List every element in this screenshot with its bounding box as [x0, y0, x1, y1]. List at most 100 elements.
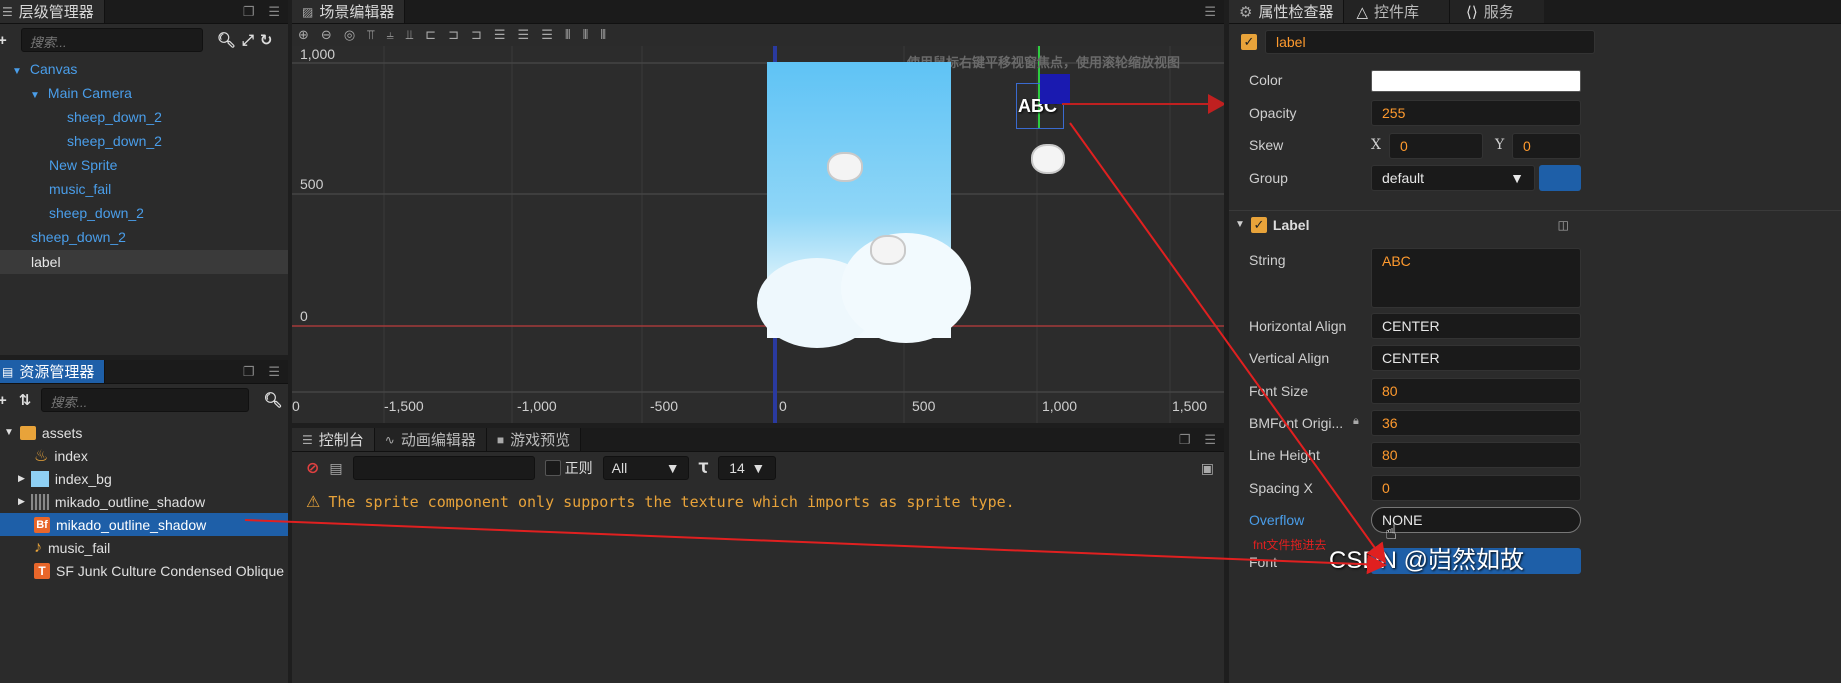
align-left-icon[interactable]: ⊏ — [425, 27, 436, 43]
expand-arrow-icon[interactable]: ▶ — [18, 496, 25, 507]
distribute-hcenter-icon[interactable]: ⦀ — [583, 27, 589, 43]
asset-item-index[interactable]: ♨ index — [0, 444, 288, 467]
prop-label-bmfont-original-size: BMFont Origi... — [1249, 415, 1344, 431]
scene-toolbar: ⊕ ⊖ ◎ ⫪ ⫨ ⫫ ⊏ ⊐ ⊐ ☰ ☰ ☰ ⦀ ⦀ ⦀ — [292, 24, 1224, 46]
string-textarea[interactable]: ABC — [1371, 248, 1581, 308]
spacing-x-input[interactable]: 0 — [1371, 475, 1581, 501]
tree-item-label[interactable]: label — [0, 250, 288, 274]
maximize-icon[interactable]: ❐ — [243, 4, 255, 20]
tab-animation-editor[interactable]: ∿ 动画编辑器 — [374, 428, 487, 451]
font-size-input[interactable]: 80 — [1371, 378, 1581, 404]
console-filter-input[interactable] — [352, 456, 535, 480]
align-right-icon[interactable]: ⊐ — [471, 27, 482, 43]
regex-checkbox[interactable] — [544, 460, 561, 476]
collapse-arrow-icon[interactable]: ▼ — [1235, 219, 1245, 230]
move-gizmo-x-arrow[interactable] — [1062, 103, 1212, 105]
expand-icon[interactable]: ⤢ — [242, 32, 254, 49]
group-select[interactable]: default ▼ — [1371, 165, 1535, 191]
zoom-out-icon[interactable]: ⊖ — [321, 27, 332, 43]
maximize-icon[interactable]: ❐ — [1179, 432, 1191, 448]
tree-item-sheep-down-2[interactable]: sheep_down_2 — [31, 226, 126, 248]
menu-icon[interactable]: ☰ — [1204, 432, 1216, 448]
canvas-background-sprite[interactable] — [757, 62, 971, 348]
assets-search-input[interactable]: 搜索... — [41, 388, 250, 412]
expand-arrow-icon[interactable]: ▼ — [4, 427, 14, 438]
align-hcenter-icon[interactable]: ⊐ — [448, 27, 459, 43]
sheep-sprite[interactable] — [870, 235, 906, 265]
zoom-reset-icon[interactable]: ◎ — [344, 27, 355, 43]
tab-inspector[interactable]: ⚙ 属性检查器 — [1229, 0, 1345, 23]
collapse-icon[interactable]: ▣ — [1201, 460, 1214, 477]
refresh-icon[interactable]: ↻ — [260, 31, 273, 49]
add-icon[interactable]: + — [0, 392, 7, 409]
asset-item-index-bg[interactable]: ▶ index_bg — [0, 467, 288, 490]
search-icon[interactable]: 🔍︎ — [217, 31, 236, 49]
color-swatch[interactable] — [1371, 70, 1581, 92]
distribute-top-icon[interactable]: ☰ — [494, 27, 506, 43]
distribute-left-icon[interactable]: ⦀ — [565, 27, 571, 43]
tree-item-sheep-down-2[interactable]: sheep_down_2 — [49, 202, 144, 224]
expand-arrow-icon[interactable]: ▼ — [12, 66, 22, 77]
line-height-input[interactable]: 80 — [1371, 442, 1581, 468]
asset-item-assets[interactable]: ▼ assets — [0, 421, 288, 444]
tree-item-main-camera[interactable]: ▼ Main Camera — [30, 82, 132, 104]
tree-item-music-fail[interactable]: music_fail — [49, 178, 111, 200]
component-settings-icon[interactable]: ◫ — [1558, 218, 1569, 232]
component-enabled-checkbox[interactable]: ✓ — [1250, 216, 1267, 233]
asset-item-sf-font[interactable]: T SF Junk Culture Condensed Oblique — [0, 559, 288, 582]
distribute-right-icon[interactable]: ⦀ — [600, 27, 606, 43]
move-gizmo-center[interactable] — [1040, 74, 1070, 104]
overflow-select[interactable]: NONE — [1371, 507, 1581, 533]
sheep-sprite[interactable] — [1031, 144, 1065, 174]
hierarchy-icon: ☰ — [2, 4, 13, 19]
hierarchy-search-input[interactable]: 搜索... — [20, 28, 203, 52]
tab-widget-library[interactable]: △ 控件库 — [1344, 0, 1451, 23]
tab-assets[interactable]: ▤ 资源管理器 — [0, 360, 106, 383]
asset-item-music-fail[interactable]: ♪ music_fail — [0, 536, 288, 559]
menu-icon[interactable]: ☰ — [268, 4, 280, 20]
align-bottom-icon[interactable]: ⫫ — [406, 27, 413, 43]
tree-item-canvas[interactable]: ▼ Canvas — [12, 58, 77, 80]
edit-group-button[interactable] — [1539, 165, 1581, 191]
add-icon[interactable]: + — [0, 32, 7, 49]
node-name-input[interactable]: label — [1265, 30, 1595, 54]
services-icon: ⟨⟩ — [1466, 3, 1478, 21]
scene-viewport[interactable]: 1,000 500 0 0 -1,500 -1,000 -500 0 500 1… — [292, 46, 1224, 423]
tab-game-preview[interactable]: ■ 游戏预览 — [486, 428, 582, 451]
search-icon[interactable]: 🔍︎ — [263, 391, 282, 409]
tree-item-sheep-down-2[interactable]: sheep_down_2 — [67, 130, 162, 152]
skew-x-input[interactable]: 0 — [1389, 133, 1483, 159]
tab-console[interactable]: ☰ 控制台 — [292, 428, 375, 451]
log-level-select[interactable]: All ▼ — [602, 456, 689, 480]
skew-y-input[interactable]: 0 — [1512, 133, 1581, 159]
move-gizmo-x-arrowhead[interactable] — [1208, 94, 1224, 114]
asset-item-mikado-bmfont[interactable]: Bf mikado_outline_shadow — [0, 513, 288, 536]
align-top-icon[interactable]: ⫪ — [367, 27, 374, 43]
triangle-icon: △ — [1356, 3, 1369, 21]
log-file-icon[interactable]: ▤ — [329, 460, 342, 477]
x-tick-label: 1,000 — [1042, 398, 1078, 414]
tab-hierarchy[interactable]: ☰ 层级管理器 — [0, 0, 105, 23]
sheep-sprite[interactable] — [827, 152, 863, 182]
tab-services[interactable]: ⟨⟩ 服务 — [1450, 0, 1544, 23]
node-active-checkbox[interactable]: ✓ — [1241, 34, 1257, 50]
tree-item-sheep-down-2[interactable]: sheep_down_2 — [67, 106, 162, 128]
clear-icon[interactable]: ⊘ — [306, 458, 319, 478]
zoom-in-icon[interactable]: ⊕ — [298, 27, 309, 43]
align-vcenter-icon[interactable]: ⫨ — [387, 27, 394, 43]
tree-item-new-sprite[interactable]: New Sprite — [49, 154, 117, 176]
horizontal-align-select[interactable]: CENTER — [1371, 313, 1581, 339]
asset-item-mikado-texture[interactable]: ▶ mikado_outline_shadow — [0, 490, 288, 513]
expand-arrow-icon[interactable]: ▼ — [30, 90, 40, 101]
tab-scene-editor[interactable]: ▨ 场景编辑器 — [292, 0, 406, 23]
sort-icon[interactable]: ⇅ — [19, 391, 32, 409]
opacity-input[interactable]: 255 — [1371, 100, 1581, 126]
distribute-vcenter-icon[interactable]: ☰ — [518, 27, 530, 43]
distribute-bottom-icon[interactable]: ☰ — [541, 27, 553, 43]
vertical-align-select[interactable]: CENTER — [1371, 345, 1581, 371]
maximize-icon[interactable]: ❐ — [243, 364, 255, 380]
menu-icon[interactable]: ☰ — [268, 364, 280, 380]
expand-arrow-icon[interactable]: ▶ — [18, 473, 25, 484]
menu-icon[interactable]: ☰ — [1204, 4, 1216, 20]
font-size-select[interactable]: 14 ▼ — [718, 456, 777, 480]
